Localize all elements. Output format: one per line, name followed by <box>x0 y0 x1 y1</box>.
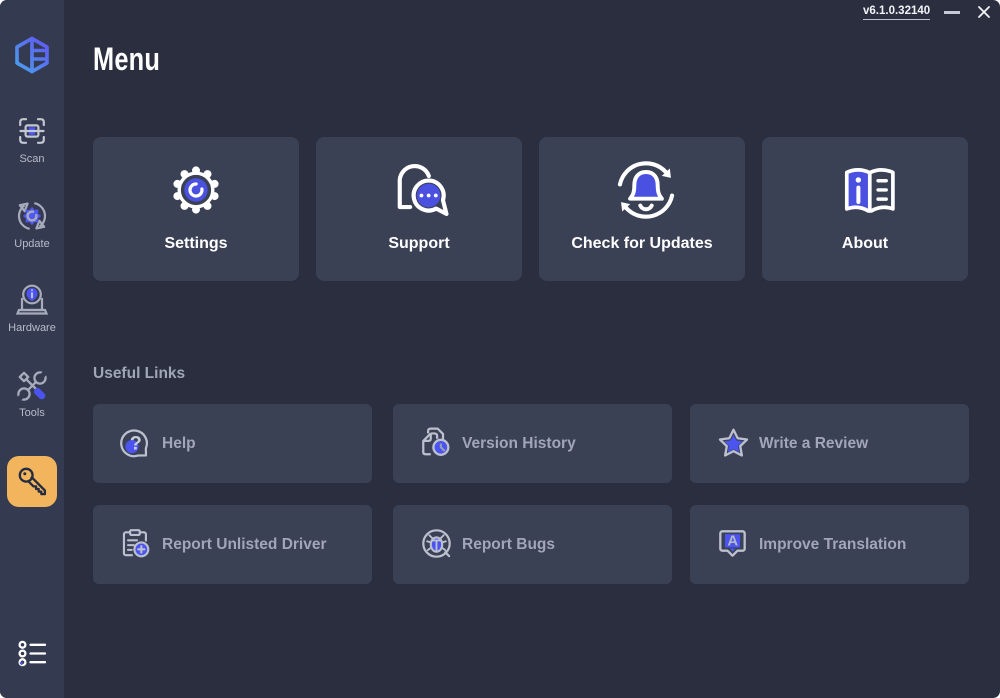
svg-text:?: ? <box>130 432 142 454</box>
svg-text:A: A <box>727 532 738 549</box>
